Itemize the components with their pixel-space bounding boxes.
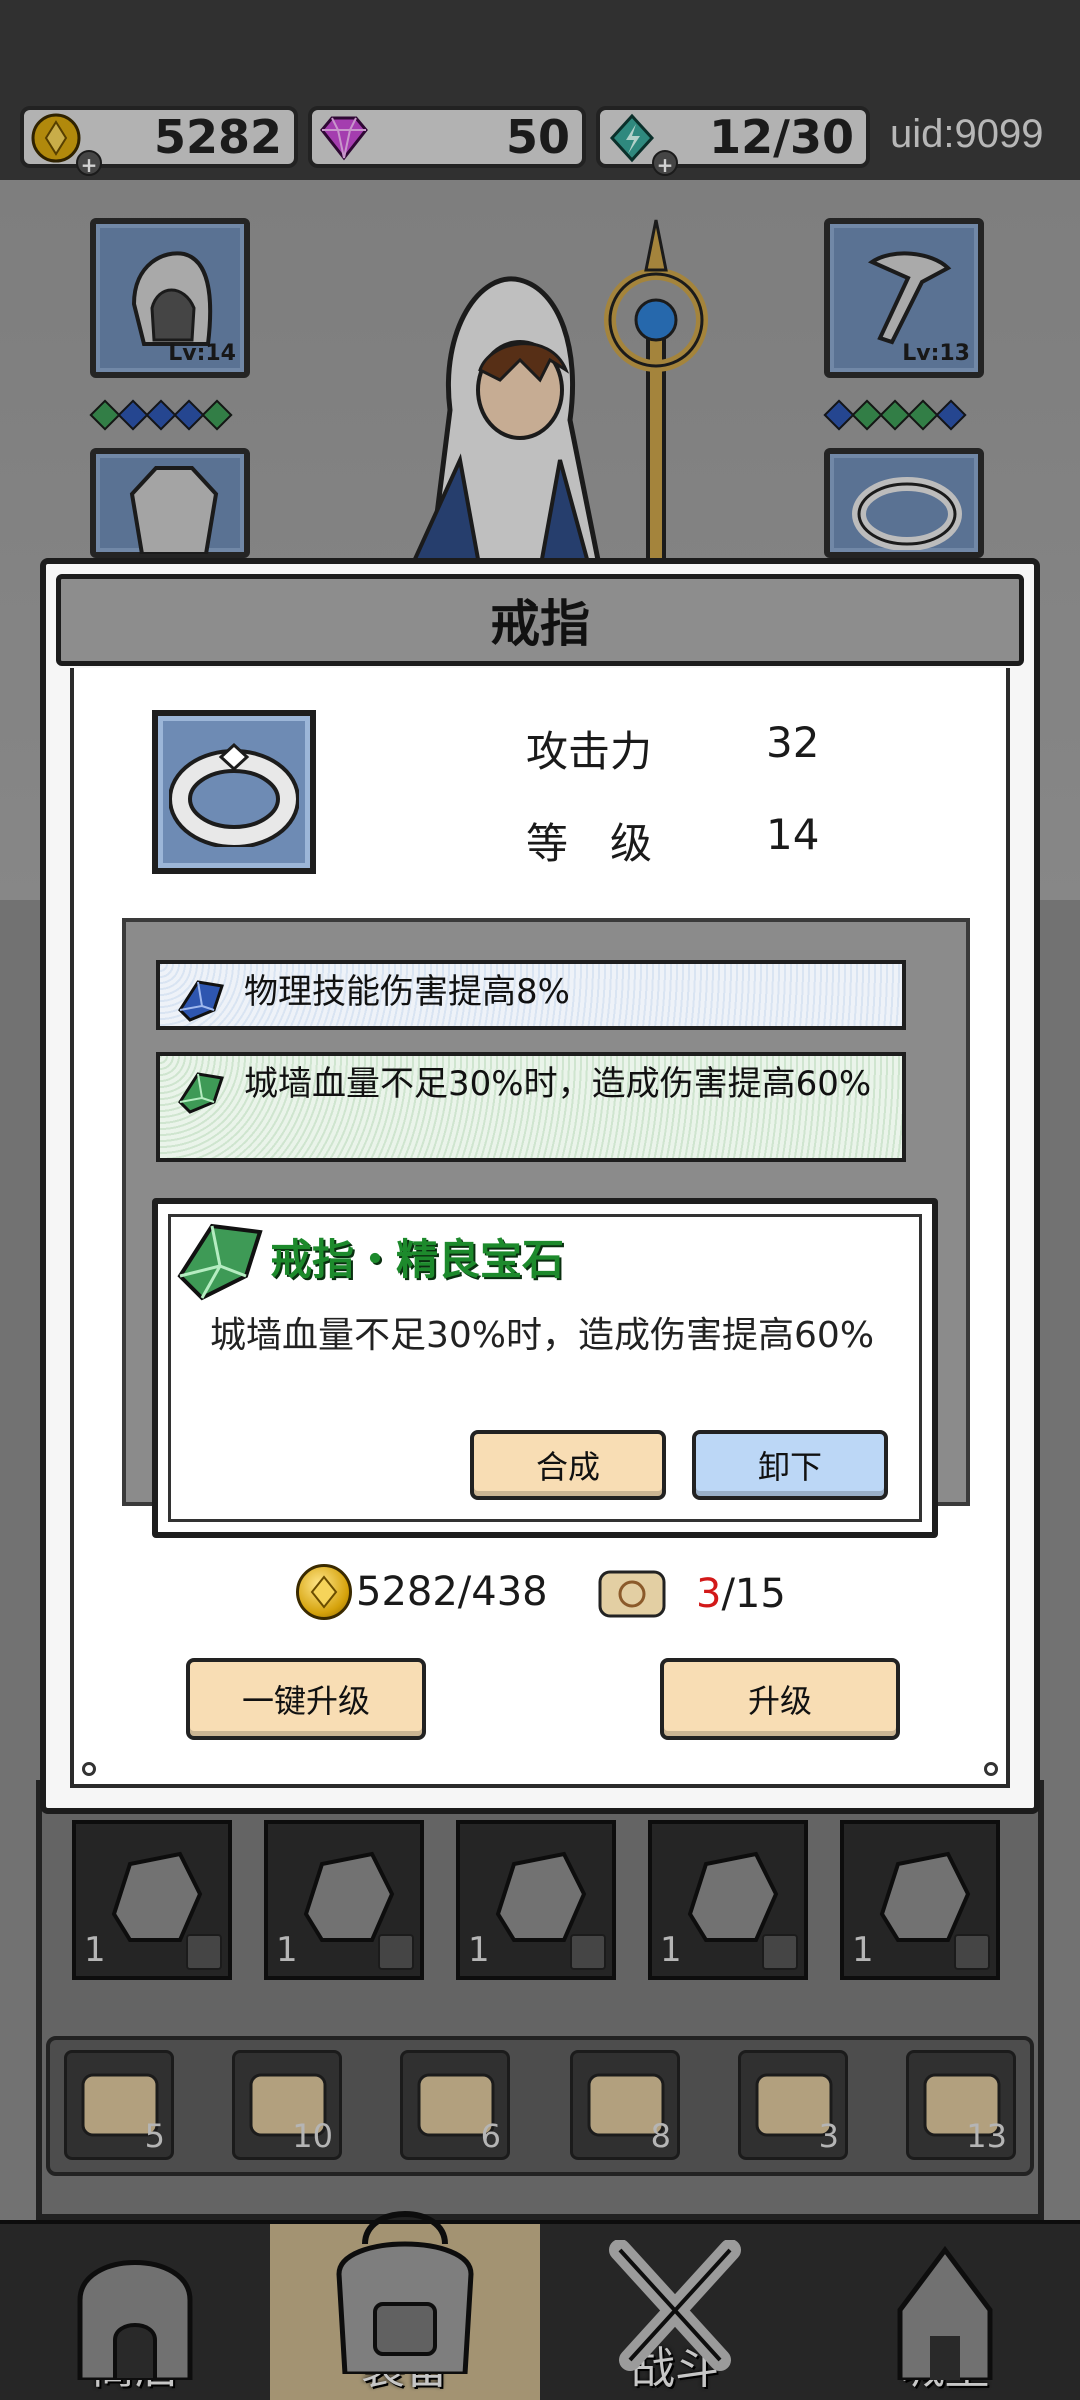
modal-title: 戒指: [490, 595, 590, 653]
gem-popup-description: 城墙血量不足30%时，造成伤害提高60%: [210, 1315, 875, 1356]
upgrade-label: 升级: [747, 1682, 812, 1720]
ring-icon: [169, 742, 299, 847]
blue-gem-icon: [178, 980, 224, 1022]
unequip-button-label: 卸下: [757, 1448, 822, 1486]
gold-cost: 5282/438: [296, 1564, 548, 1620]
level-value: 14: [766, 810, 820, 859]
green-gem-icon: [177, 1223, 263, 1301]
scroll-have-count: 3: [696, 1571, 722, 1617]
effect-row-blue[interactable]: 物理技能伤害提高8%: [156, 960, 906, 1030]
one-key-upgrade-label: 一键升级: [241, 1682, 370, 1720]
corner-rivet: [82, 1762, 96, 1776]
modal-title-bar: 戒指: [56, 574, 1024, 666]
gold-coin-icon: [296, 1564, 352, 1620]
one-key-upgrade-button[interactable]: 一键升级: [186, 1658, 426, 1740]
gem-effects-panel: 物理技能伤害提高8% 城墙血量不足30%时，造成伤害提高60% 戒指・精良宝石 …: [122, 918, 970, 1538]
gem-detail-popup: 戒指・精良宝石 城墙血量不足30%时，造成伤害提高60% 合成 卸下: [152, 1198, 938, 1538]
attack-label: 攻击力: [526, 727, 653, 776]
upgrade-button[interactable]: 升级: [660, 1658, 900, 1740]
level-label: 等 级: [526, 819, 653, 868]
effect-text: 物理技能伤害提高8%: [244, 972, 570, 1012]
combine-button[interactable]: 合成: [470, 1430, 666, 1500]
gem-popup-title: 戒指・精良宝石: [270, 1235, 565, 1284]
ring-item-icon-frame: [152, 710, 316, 874]
gold-cost-value: 5282/438: [356, 1569, 548, 1615]
item-detail-modal: 戒指 攻击力 32 等 级 14 物理技能伤害提高8% 城墙血量不足30%时，造…: [40, 558, 1040, 1814]
corner-rivet: [984, 1762, 998, 1776]
attack-value: 32: [766, 718, 820, 767]
scroll-cost: 3 /15: [594, 1564, 786, 1624]
unequip-button[interactable]: 卸下: [692, 1430, 888, 1500]
combine-button-label: 合成: [535, 1448, 600, 1486]
effect-row-green[interactable]: 城墙血量不足30%时，造成伤害提高60%: [156, 1052, 906, 1162]
green-gem-icon: [178, 1072, 224, 1114]
effect-text: 城墙血量不足30%时，造成伤害提高60%: [244, 1064, 872, 1104]
scroll-need-count: /15: [721, 1571, 786, 1617]
scroll-icon: [598, 1570, 666, 1618]
